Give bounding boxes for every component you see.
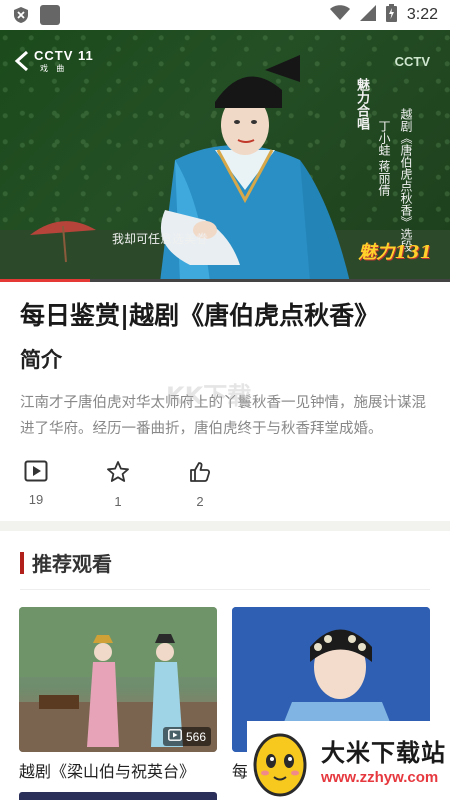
program-info-cast: 丁小蛙 蒋丽倩 (377, 120, 391, 196)
app-notification-icon (40, 5, 60, 29)
recommend-header: 推荐观看 (20, 548, 112, 577)
channel-logo: CCTV 11 戏 曲 (34, 48, 94, 73)
page-title: 每日鉴赏|越剧《唐伯虎点秋香》 (20, 301, 380, 330)
channel-corner-logo: CCTV (394, 54, 430, 69)
like-count: 2 (196, 494, 204, 509)
recommend-divider (20, 589, 430, 590)
play-count-badge: 566 (162, 727, 211, 746)
recommend-card[interactable]: 566 (19, 607, 217, 752)
section-divider (0, 521, 450, 531)
star-icon (106, 460, 130, 488)
battery-charging-icon (385, 4, 397, 26)
intro-heading: 简介 (20, 348, 62, 372)
status-bar: 3:22 (0, 0, 450, 30)
favorite-count: 1 (114, 494, 122, 509)
program-tag: 魅力合唱 (354, 78, 369, 130)
video-subtitle: 我却可任意选美眷 (112, 232, 209, 246)
next-card-peek[interactable] (19, 792, 217, 800)
program-badge: 魅力131 (358, 242, 432, 263)
download-site-name: 大米下载站 (321, 739, 446, 767)
thumbs-up-icon (188, 460, 212, 488)
recommend-heading: 推荐观看 (32, 552, 112, 576)
video-progress-fill (0, 279, 90, 282)
play-count: 19 (28, 492, 44, 507)
signal-icon (359, 5, 376, 25)
action-bar: 19 1 2 (20, 460, 216, 509)
play-icon (24, 460, 48, 486)
video-icon (168, 729, 182, 744)
shield-icon (12, 6, 30, 28)
video-player[interactable]: CCTV 11 戏 曲 CCTV 魅力合唱 越剧《唐伯虎点秋香》选段 丁小蛙 蒋… (0, 30, 450, 282)
play-count-button[interactable]: 19 (20, 460, 52, 509)
wifi-icon (329, 5, 350, 25)
mascot-logo-icon (249, 725, 311, 800)
card-title[interactable]: 越剧《梁山伯与祝英台》 (19, 758, 195, 782)
program-info-title: 越剧《唐伯虎点秋香》选段 (399, 108, 413, 252)
download-site-badge: 大米下载站 www.zzhyw.com (247, 721, 450, 800)
download-site-url: www.zzhyw.com (321, 769, 439, 786)
video-progress-bar[interactable] (0, 279, 450, 282)
watermark: KK下载 (166, 382, 252, 410)
section-accent-bar (20, 551, 24, 574)
favorite-button[interactable]: 1 (102, 460, 134, 509)
clock: 3:22 (406, 6, 438, 23)
back-icon[interactable] (14, 50, 30, 76)
card-play-count: 566 (185, 729, 206, 744)
like-button[interactable]: 2 (184, 460, 216, 509)
